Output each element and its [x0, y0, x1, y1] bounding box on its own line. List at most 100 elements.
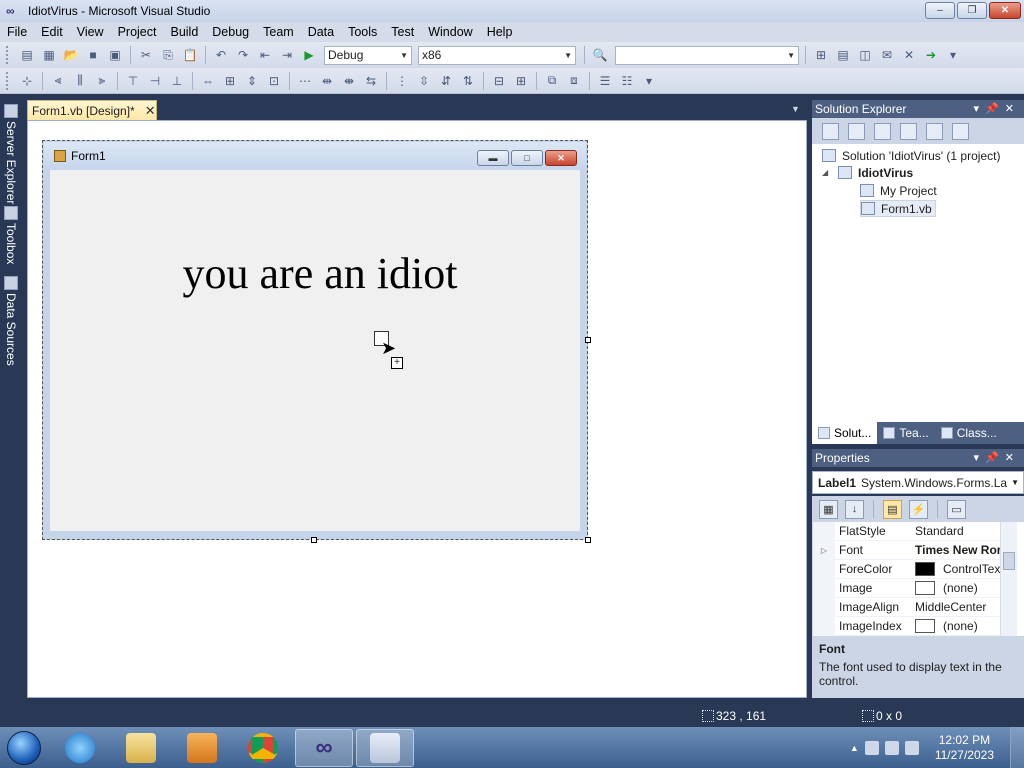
menu-data[interactable]: Data: [301, 25, 341, 39]
show-hidden-icons-icon[interactable]: ▲: [850, 743, 859, 753]
tab-class-view[interactable]: Class...: [935, 422, 1003, 444]
solution-explorer-icon[interactable]: ⊞: [812, 46, 830, 64]
open-file-icon[interactable]: 📂: [62, 46, 80, 64]
menu-team[interactable]: Team: [256, 25, 301, 39]
horizontal-spacing-decrease-icon[interactable]: ⇼: [340, 72, 358, 90]
tab-team-explorer[interactable]: Tea...: [877, 422, 934, 444]
form1-client-area[interactable]: you are an idiot: [50, 170, 580, 531]
menu-file[interactable]: File: [0, 25, 34, 39]
taskbar-media-player[interactable]: [173, 729, 231, 767]
tree-item-solution[interactable]: Solution 'IdiotVirus' (1 project): [822, 147, 1000, 164]
center-horizontally-icon[interactable]: ⊟: [490, 72, 508, 90]
align-middles-icon[interactable]: ⊣: [146, 72, 164, 90]
pin-icon[interactable]: 📌: [985, 452, 1005, 464]
menu-help[interactable]: Help: [480, 25, 520, 39]
extension-manager-icon[interactable]: ✕: [900, 46, 918, 64]
toolbar-options-icon[interactable]: ▾: [944, 46, 962, 64]
taskbar-visual-studio[interactable]: ∞: [295, 728, 353, 767]
navigate-forward-icon[interactable]: ⇥: [278, 46, 296, 64]
center-vertically-icon[interactable]: ⊞: [512, 72, 530, 90]
vertical-spacing-remove-icon[interactable]: ⇅: [459, 72, 477, 90]
horizontal-spacing-remove-icon[interactable]: ⇆: [362, 72, 380, 90]
taskbar-file-explorer[interactable]: [112, 729, 170, 767]
property-row-imagealign[interactable]: ImageAlign MiddleCenter: [813, 597, 1013, 617]
toolbox-tab[interactable]: Toolbox: [2, 206, 20, 264]
data-sources-tab[interactable]: Data Sources: [2, 276, 20, 366]
events-icon[interactable]: ⚡: [909, 499, 928, 519]
align-tops-icon[interactable]: ⊤: [124, 72, 142, 90]
property-value-wrap[interactable]: ControlTex: [913, 562, 1013, 576]
make-same-height-icon[interactable]: ⇕: [243, 72, 261, 90]
paste-icon[interactable]: 📋: [181, 46, 199, 64]
properties-icon[interactable]: [822, 122, 839, 140]
minimize-button[interactable]: –: [925, 2, 955, 19]
expand-icon[interactable]: ▷: [813, 540, 835, 560]
properties-object-selector[interactable]: Label1 System.Windows.Forms.La ▼: [812, 471, 1024, 494]
tab-order-icon[interactable]: ☰: [596, 72, 614, 90]
start-button[interactable]: [0, 727, 48, 768]
make-same-size-icon[interactable]: ⊡: [265, 72, 283, 90]
taskbar-idiotvirus-app[interactable]: [356, 728, 414, 767]
redo-icon[interactable]: ↷: [234, 46, 252, 64]
property-grid-scrollbar[interactable]: [1000, 522, 1017, 636]
window-position-icon[interactable]: ▾: [974, 452, 986, 464]
property-value[interactable]: Times New Ror: [913, 543, 1013, 557]
align-to-grid-icon[interactable]: ⊹: [18, 72, 36, 90]
close-icon[interactable]: ✕: [1005, 103, 1020, 115]
form1-design-window[interactable]: Form1 ▬ □ ✕ you are an idiot: [42, 140, 588, 540]
menu-edit[interactable]: Edit: [34, 25, 70, 39]
pin-icon[interactable]: 📌: [985, 103, 1005, 115]
horizontal-spacing-equal-icon[interactable]: ⋯: [296, 72, 314, 90]
property-value-wrap[interactable]: (none): [913, 581, 1013, 595]
property-pages-icon[interactable]: ▭: [947, 499, 966, 519]
undo-icon[interactable]: ↶: [212, 46, 230, 64]
volume-icon[interactable]: [904, 740, 919, 755]
cut-icon[interactable]: ✂: [137, 46, 155, 64]
resize-handle-bottom-right[interactable]: [585, 537, 591, 543]
property-value[interactable]: Standard: [913, 524, 1013, 538]
property-row-flatstyle[interactable]: FlatStyle Standard: [813, 522, 1013, 541]
new-project-icon[interactable]: ▤: [18, 46, 36, 64]
window-position-icon[interactable]: ▾: [974, 103, 986, 115]
form-minimize-button[interactable]: ▬: [477, 150, 509, 166]
align-bottoms-icon[interactable]: ⊥: [168, 72, 186, 90]
scrollbar-thumb[interactable]: [1003, 552, 1015, 570]
property-row-font[interactable]: ▷ Font Times New Ror: [813, 540, 1013, 560]
form-close-button[interactable]: ✕: [545, 150, 577, 166]
find-in-files-icon[interactable]: 🔍: [591, 46, 609, 64]
close-icon[interactable]: ✕: [1005, 452, 1020, 464]
object-browser-icon[interactable]: ◫: [856, 46, 874, 64]
view-class-diagram-icon[interactable]: [952, 122, 969, 140]
menu-view[interactable]: View: [70, 25, 111, 39]
menu-window[interactable]: Window: [421, 25, 479, 39]
active-files-dropdown-icon[interactable]: ▼: [791, 104, 800, 114]
align-lefts-icon[interactable]: ⫷: [49, 72, 67, 90]
tree-item-my-project[interactable]: My Project: [860, 182, 937, 199]
toolbox-icon[interactable]: ✉: [878, 46, 896, 64]
save-all-icon[interactable]: ▣: [106, 46, 124, 64]
menu-test[interactable]: Test: [384, 25, 421, 39]
taskbar-chrome[interactable]: [234, 729, 292, 767]
make-same-width-icon[interactable]: ⇔: [199, 72, 217, 90]
action-center-icon[interactable]: [864, 740, 879, 755]
server-explorer-tab[interactable]: Server Explorer: [2, 104, 20, 204]
properties-view-icon[interactable]: ▤: [883, 499, 902, 519]
add-item-icon[interactable]: ▦: [40, 46, 58, 64]
find-combo[interactable]: ▼: [615, 45, 799, 65]
resize-handle-bottom[interactable]: [311, 537, 317, 543]
close-button[interactable]: ✕: [989, 2, 1021, 19]
vertical-spacing-decrease-icon[interactable]: ⇵: [437, 72, 455, 90]
send-to-back-icon[interactable]: ⧈: [565, 72, 583, 90]
start-page-icon[interactable]: ➔: [922, 46, 940, 64]
tree-item-form1[interactable]: Form1.vb: [860, 200, 936, 217]
copy-icon[interactable]: ⎘: [159, 46, 177, 64]
property-row-forecolor[interactable]: ForeColor ControlTex: [813, 559, 1013, 579]
align-centers-icon[interactable]: ⫼: [71, 72, 89, 90]
refresh-icon[interactable]: [874, 122, 891, 140]
menu-project[interactable]: Project: [111, 25, 164, 39]
bring-to-front-icon[interactable]: ⧉: [543, 72, 561, 90]
navigate-backward-icon[interactable]: ⇤: [256, 46, 274, 64]
lock-controls-icon[interactable]: ☷: [618, 72, 636, 90]
toolbar-grip[interactable]: [6, 46, 10, 64]
align-rights-icon[interactable]: ⫸: [93, 72, 111, 90]
